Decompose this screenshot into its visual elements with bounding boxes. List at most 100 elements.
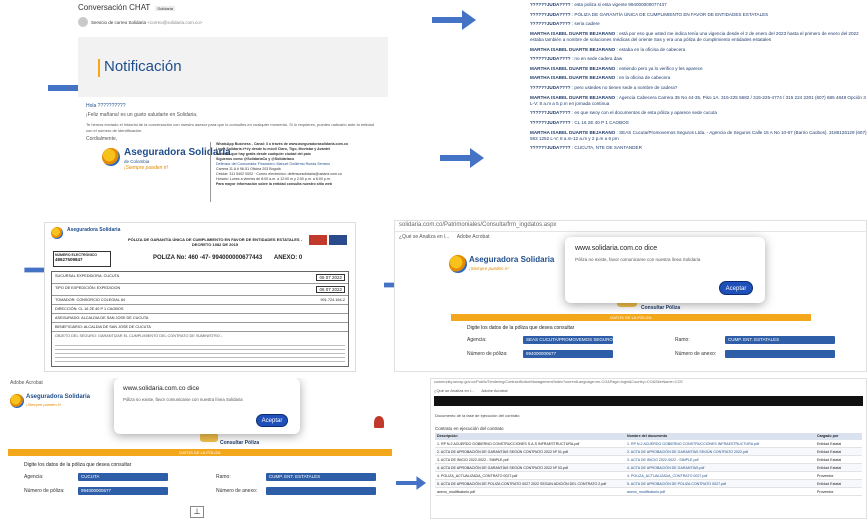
table-cell-doc[interactable]: 4. ACTA DE APROBACIÓN DE GARANTÍAS.pdf bbox=[625, 464, 815, 471]
bookmark-adobe[interactable]: Adobe Acrobat bbox=[10, 380, 43, 386]
table-row[interactable]: 2. ACTA DE APROBACIÓN DE GARANTÍAS SEGÚN… bbox=[435, 448, 862, 456]
table-row[interactable]: 5. ACTA DE APROBACIÓN DE POLIZA CONTRATO… bbox=[435, 480, 862, 488]
anexo-label: Número de anexo: bbox=[216, 488, 258, 494]
chat-message: ??????JUDA???? : es que swoy con el docu… bbox=[530, 110, 717, 116]
chat-message: MARTHA ISABEL DUARTE BEJARANO : en la of… bbox=[530, 75, 671, 81]
orange-banner: DATOS DE LA PÓLIZA bbox=[8, 449, 392, 456]
email-header: Conversación CHAT bbox=[78, 3, 151, 12]
chat-message: MARTHA ISABEL DUARTE BEJARANO : está por… bbox=[530, 30, 859, 42]
notification-banner: Notificación bbox=[78, 37, 388, 97]
brand-logo-icon bbox=[10, 394, 24, 408]
footer-glyph: ⊥ bbox=[190, 506, 204, 518]
anexo-number: 0 bbox=[298, 255, 303, 261]
col-desc-header: Descripción bbox=[437, 434, 458, 438]
address-bar[interactable]: community.secop.gov.co/Public/Tendering/… bbox=[431, 379, 866, 387]
chat-speaker: ??????JUDA???? bbox=[530, 84, 571, 90]
chat-message: ??????JUDA???? : pero ustedes no tienen … bbox=[530, 84, 678, 90]
policy-brand: Aseguradora Solidaria bbox=[67, 227, 121, 233]
table-row[interactable]: 4. ACTA DE APROBACIÓN DE GARANTÍAS SEGÚN… bbox=[435, 464, 862, 472]
table-row[interactable]: anexo_modificatorio.pdf anexo_modificator… bbox=[435, 488, 862, 496]
table-cell-cat: Entidad Estatal bbox=[817, 482, 842, 486]
anexo-input[interactable] bbox=[725, 350, 835, 358]
brand-slogan: ¡Siempre pueden ir! bbox=[469, 266, 509, 271]
bookmark-adobe[interactable]: Adobe Acrobat bbox=[457, 234, 490, 240]
chat-speaker: ??????JUDA???? bbox=[530, 21, 571, 27]
secop-section-title: Contrato en ejecución del contrato bbox=[435, 426, 504, 431]
policy-date-from: 05 07 2022 bbox=[316, 274, 345, 281]
table-cell-doc[interactable]: 2. ACTA DE APROBACIÓN DE GARANTÍAS SEGÚN… bbox=[625, 448, 815, 455]
table-cell-doc[interactable]: 4. POLIZA_ACTUALIZADA_CONTRATO 0027.pdf bbox=[625, 472, 815, 479]
person-icon bbox=[374, 416, 384, 428]
table-cell-cat: Entidad Estatal bbox=[817, 466, 842, 470]
address-bar[interactable]: solidaria.com.co/Patrimoniales/Consulta/… bbox=[395, 221, 866, 232]
agencia-select[interactable]: SEAS CUCUTA/PROMOVEMOS SEGUROS LTDA bbox=[523, 336, 613, 344]
table-cell-doc[interactable]: anexo_modificatorio.pdf bbox=[625, 488, 815, 495]
redacted-bar bbox=[434, 396, 863, 406]
table-cell-doc[interactable]: 3. ACTA DE INICIO 2022-0022 - SIMPLE.pdf bbox=[625, 456, 815, 463]
chat-panel: ??????JUDA???? : esta poliza si esta vig… bbox=[530, 2, 867, 214]
policy-row: DIRECCIÓN: CL 16 2E 40 P 1 CAOBOS bbox=[52, 305, 348, 314]
agencia-label: Agencia: bbox=[24, 474, 44, 480]
table-cell-doc[interactable]: 1. RP N.2 ACUERDO GOBIERNO CONSTRUCCIONE… bbox=[625, 440, 815, 447]
table-cell-cat: Proveedor bbox=[817, 474, 834, 478]
policy-panel: Aseguradora Solidaria PÓLIZA DE GARANTÍA… bbox=[44, 222, 356, 372]
table-row[interactable]: 3. ACTA DE INICIO 2022-0022 - SIMPLE.pdf… bbox=[435, 456, 862, 464]
table-cell-desc: 5. ACTA DE APROBACIÓN DE POLIZA CONTRATO… bbox=[437, 482, 607, 486]
tab-bookmark[interactable]: ¿Qué se Analiza en l... bbox=[399, 234, 449, 240]
col-doc-header: Nombre del documento bbox=[627, 434, 668, 438]
search-panel: solidaria.com.co/Patrimoniales/Consulta/… bbox=[394, 220, 867, 372]
table-cell-cat: Entidad Estatal bbox=[817, 458, 842, 462]
email-panel: Conversación CHAT Solidaria Servicio de … bbox=[78, 2, 388, 214]
table-cell-desc: 4. ACTA DE APROBACIÓN DE GARANTÍAS SEGÚN… bbox=[437, 466, 568, 470]
contact-block: WhatsApp Business - Canal: 3 o través de… bbox=[216, 142, 388, 187]
accept-button[interactable]: Aceptar bbox=[256, 414, 288, 427]
ramo-label: Ramo: bbox=[675, 337, 690, 343]
chat-speaker: MARTHA ISABEL DUARTE BEJARANO bbox=[530, 65, 616, 71]
chat-speaker: MARTHA ISABEL DUARTE BEJARANO bbox=[530, 94, 616, 100]
chat-text: en la oficina de cabecera bbox=[619, 75, 671, 81]
chat-speaker: ??????JUDA???? bbox=[530, 145, 571, 151]
chat-text: entiendo pero ya lo verifico y les apare… bbox=[619, 65, 703, 71]
chat-message: ??????JUDA???? : esta poliza si esta vig… bbox=[530, 2, 667, 7]
policy-nro-box: NÚMERO ELECTRÓNICO 48627509847 bbox=[53, 251, 111, 267]
agencia-select[interactable]: CUCUTA bbox=[78, 473, 168, 481]
email-line-1: ¡Feliz mañana! es un gusto saludarte en … bbox=[86, 112, 198, 118]
bookmark-adobe[interactable]: Adobe Acrobat bbox=[481, 388, 507, 393]
orange-banner: DATOS DE LA PÓLIZA bbox=[451, 314, 811, 321]
anexo-label: Número de anexo: bbox=[675, 351, 717, 357]
form-title: Digite los datos de la póliza que desea … bbox=[24, 462, 132, 468]
chat-speaker: MARTHA ISABEL DUARTE BEJARANO bbox=[530, 46, 616, 52]
table-row[interactable]: 1. RP N.2 ACUERDO GOBIERNO CONSTRUCCIONE… bbox=[435, 440, 862, 448]
tab-bookmark[interactable]: ¿Qué se Analiza en l... bbox=[434, 388, 474, 393]
poliza-label: POLIZA No: bbox=[153, 255, 187, 261]
email-header-tag: Solidaria bbox=[155, 6, 175, 11]
policy-amount-lines bbox=[55, 342, 345, 362]
table-cell-cat: Entidad Estatal bbox=[817, 442, 842, 446]
ramo-select[interactable]: CUMP. ENT. ESTATALES bbox=[725, 336, 835, 344]
search2-panel: Adobe Acrobat Aseguradora Solidaria ¡Sie… bbox=[4, 378, 396, 504]
chat-speaker: ??????JUDA???? bbox=[530, 2, 571, 7]
secop-note: Documento de la fase de ejecución del co… bbox=[435, 413, 520, 418]
ramo-select[interactable]: CUMP. ENT. ESTATALES bbox=[266, 473, 376, 481]
arrow-secop bbox=[396, 476, 426, 490]
poliza-input[interactable]: 994000000677 bbox=[523, 350, 613, 358]
poliza-label: Número de póliza: bbox=[24, 488, 65, 494]
alert-dialog: www.solidaria.com.co dice Póliza no exis… bbox=[114, 378, 300, 434]
table-row[interactable]: 4. POLIZA_ACTUALIZADA_CONTRATO 0027.pdf 4… bbox=[435, 472, 862, 480]
poliza-label: Número de póliza: bbox=[467, 351, 508, 357]
chat-speaker: ??????JUDA???? bbox=[530, 11, 571, 17]
dialog-message: Póliza no existe, favor comunicarse con … bbox=[123, 397, 243, 402]
chat-text: CUCUTA, NTE DE SANTANDER bbox=[574, 145, 642, 151]
chat-message: MARTHA ISABEL DUARTE BEJARANO : entiendo… bbox=[530, 65, 703, 71]
table-cell-desc: 4. POLIZA_ACTUALIZADA_CONTRATO 0027.pdf bbox=[437, 474, 518, 478]
table-cell-doc[interactable]: 5. ACTA DE APROBACIÓN DE POLIZA CONTRATO… bbox=[625, 480, 815, 487]
poliza-input[interactable]: 994000000677 bbox=[78, 487, 168, 495]
consult-label: Consultar Póliza bbox=[220, 440, 260, 446]
arrow-chat-2 bbox=[440, 148, 484, 168]
chat-text: no en sede cadera daw bbox=[574, 56, 623, 62]
accept-button[interactable]: Aceptar bbox=[719, 281, 753, 295]
secop-panel: community.secop.gov.co/Public/Tendering/… bbox=[430, 378, 867, 519]
brand-slogan: ¡Siempre pueden ir! bbox=[124, 165, 168, 171]
brand-logo-icon bbox=[449, 255, 467, 273]
anexo-input[interactable] bbox=[266, 487, 376, 495]
